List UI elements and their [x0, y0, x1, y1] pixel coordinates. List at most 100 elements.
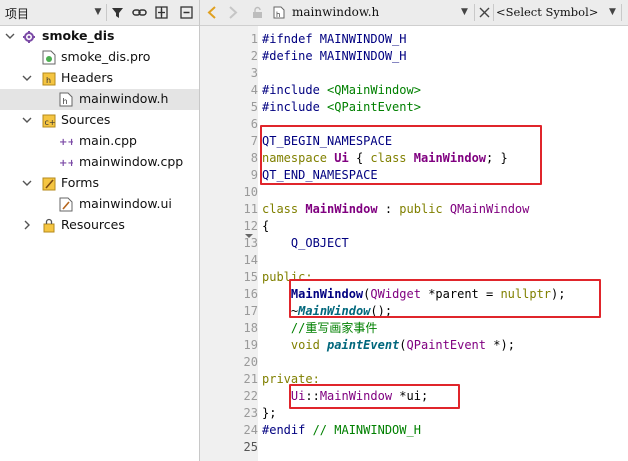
file-dropdown-chevron-icon[interactable]: ▼ — [461, 7, 468, 17]
split-icon[interactable] — [153, 4, 170, 21]
header-folder-icon: h — [42, 72, 56, 86]
line-number: 8 — [250, 151, 258, 165]
code-token: #ifndef MAINWINDOW_H — [262, 32, 407, 46]
chevron-down-icon[interactable] — [22, 115, 32, 125]
code-line: Q_OBJECT — [262, 235, 349, 252]
line-number: 5 — [250, 100, 258, 114]
tree-item-label: smoke_dis — [42, 28, 115, 43]
code-token: <QPaintEvent> — [327, 100, 421, 114]
line-number: 18 — [243, 321, 258, 335]
code-token: void — [290, 338, 320, 352]
chevron-down-icon[interactable] — [5, 31, 15, 41]
svg-text:h: h — [276, 11, 280, 19]
code-line: #ifndef MAINWINDOW_H — [262, 31, 407, 48]
line-number: 24 — [243, 423, 258, 437]
source-folder-icon: c+ — [42, 114, 56, 128]
code-editor: h mainwindow.h ▼ <Select Symbol> ▼ 1 2 3… — [200, 0, 628, 461]
code-token: { — [262, 219, 270, 233]
svg-text:h: h — [46, 76, 51, 85]
code-token: *); — [486, 338, 515, 352]
open-file-name[interactable]: mainwindow.h — [292, 5, 379, 19]
code-token: QPaintEvent — [406, 338, 487, 352]
filter-icon[interactable] — [109, 4, 126, 21]
chevron-down-icon[interactable] — [22, 73, 32, 83]
line-number: 10 — [243, 185, 258, 199]
code-token: public — [399, 202, 443, 216]
code-token: QMainWindow — [449, 202, 530, 216]
editor-toolbar: h mainwindow.h ▼ <Select Symbol> ▼ — [200, 0, 628, 26]
tree-item-label: Forms — [61, 175, 100, 190]
line-number: 15 — [243, 270, 258, 284]
cpp-file-icon: ++ — [59, 158, 73, 169]
tree-item-headers[interactable]: h Headers — [0, 68, 199, 89]
code-line: #define MAINWINDOW_H — [262, 48, 407, 65]
ui-file-icon — [59, 197, 73, 212]
qt-project-icon — [23, 31, 35, 43]
tree-item-label: Sources — [61, 112, 111, 127]
code-line: }; — [262, 405, 276, 422]
tree-item-forms[interactable]: Forms — [0, 173, 199, 194]
back-arrow-icon[interactable] — [207, 6, 217, 19]
code-token: MainWindow — [305, 202, 378, 216]
close-file-icon[interactable] — [479, 7, 490, 18]
code-token: <QMainWindow> — [327, 83, 421, 97]
tree-item-label: Resources — [61, 217, 125, 232]
tree-item-mainwindow-cpp[interactable]: ++ mainwindow.cpp — [0, 152, 199, 173]
line-number: 7 — [250, 134, 258, 148]
code-comment: //重写画家事件 — [290, 321, 378, 335]
line-number: 20 — [243, 355, 258, 369]
tree-item-smoke-dis[interactable]: smoke_dis — [0, 26, 199, 47]
tree-item-main-cpp[interactable]: ++ main.cpp — [0, 131, 199, 152]
tree-item-sources[interactable]: c+ Sources — [0, 110, 199, 131]
code-token: #include — [262, 100, 328, 114]
pane-selector-chevron-icon[interactable]: ▼ — [92, 6, 104, 18]
code-comment: // MAINWINDOW_H — [312, 423, 421, 437]
code-token: Q_OBJECT — [290, 236, 349, 250]
code-token: ( — [399, 338, 407, 352]
line-number: 21 — [243, 372, 258, 386]
chevron-right-icon[interactable] — [22, 220, 32, 230]
line-number: 11 — [243, 202, 258, 216]
line-number: 23 — [243, 406, 258, 420]
code-line: class MainWindow : public QMainWindow — [262, 201, 529, 218]
fold-toggle-icon[interactable] — [244, 231, 254, 241]
code-line: { — [262, 218, 269, 235]
code-line: #endif // MAINWINDOW_H — [262, 422, 421, 439]
code-token: #define MAINWINDOW_H — [262, 49, 407, 63]
code-line: #include <QMainWindow> — [262, 82, 421, 99]
tree-item-pro-file[interactable]: smoke_dis.pro — [0, 47, 199, 68]
project-toolbar: 项目 ▼ — [0, 0, 199, 26]
toolbar-divider — [493, 4, 494, 21]
tree-item-resources[interactable]: Resources — [0, 215, 199, 236]
close-pane-icon[interactable] — [178, 4, 195, 21]
svg-text:++: ++ — [59, 137, 73, 148]
symbol-dropdown-chevron-icon[interactable]: ▼ — [609, 7, 616, 17]
line-number: 1 — [250, 32, 258, 46]
tree-item-mainwindow-ui[interactable]: mainwindow.ui — [0, 194, 199, 215]
line-number: 16 — [243, 287, 258, 301]
header-file-icon: h — [273, 6, 285, 19]
line-number: 19 — [243, 338, 258, 352]
tree-item-label: smoke_dis.pro — [61, 49, 151, 64]
forms-folder-icon — [42, 177, 56, 191]
code-token: class — [262, 202, 299, 216]
forward-arrow-icon[interactable] — [228, 6, 238, 19]
tree-item-label: mainwindow.ui — [79, 196, 172, 211]
code-line: #include <QPaintEvent> — [262, 99, 421, 116]
chevron-down-icon[interactable] — [22, 178, 32, 188]
svg-text:h: h — [63, 97, 68, 106]
tree-item-label: Headers — [61, 70, 114, 85]
symbol-selector[interactable]: <Select Symbol> — [496, 5, 598, 19]
link-sync-icon[interactable] — [131, 4, 148, 21]
pane-title: 项目 — [5, 7, 30, 21]
code-line: //重写画家事件 — [262, 320, 377, 337]
tree-item-mainwindow-h[interactable]: h mainwindow.h — [0, 89, 199, 110]
tree-item-label: main.cpp — [79, 133, 137, 148]
cpp-file-icon: ++ — [59, 137, 73, 148]
highlight-box-ui-member — [289, 384, 460, 409]
code-text-area[interactable]: #ifndef MAINWINDOW_H #define MAINWINDOW_… — [258, 26, 628, 461]
code-line: void paintEvent(QPaintEvent *); — [262, 337, 515, 354]
line-number-gutter: 1 2 3 4 5 6 7 8 9 10 11 12 13 14 15 16 1… — [200, 26, 258, 461]
code-token: }; — [262, 406, 277, 420]
svg-text:++: ++ — [59, 158, 73, 169]
